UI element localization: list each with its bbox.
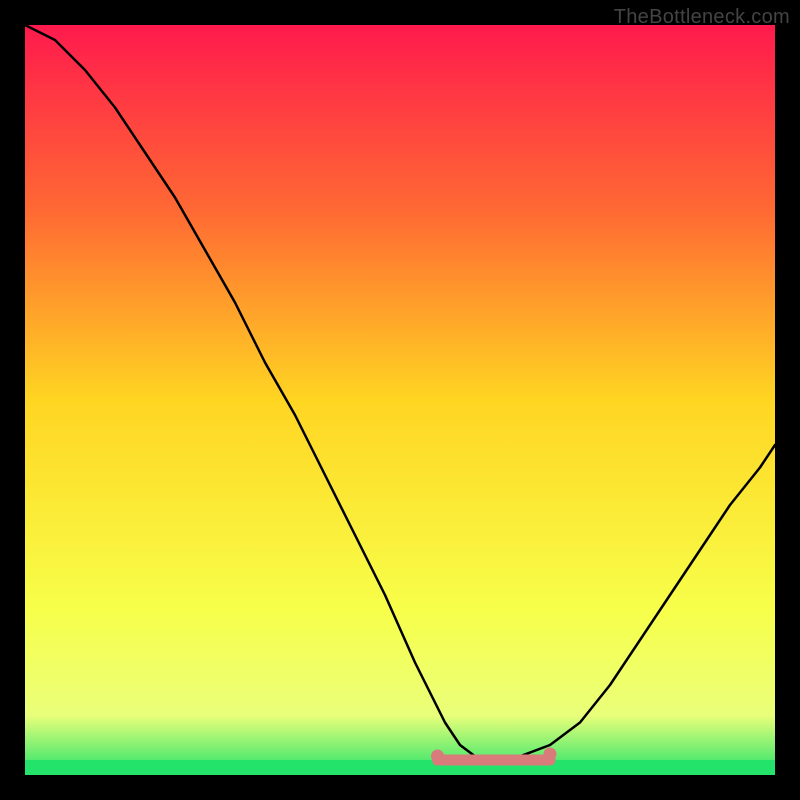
plot-area: [25, 25, 775, 775]
chart-canvas: TheBottleneck.com: [0, 0, 800, 800]
bottleneck-chart: [25, 25, 775, 775]
bottom-green-band: [25, 760, 775, 775]
gradient-background: [25, 25, 775, 775]
